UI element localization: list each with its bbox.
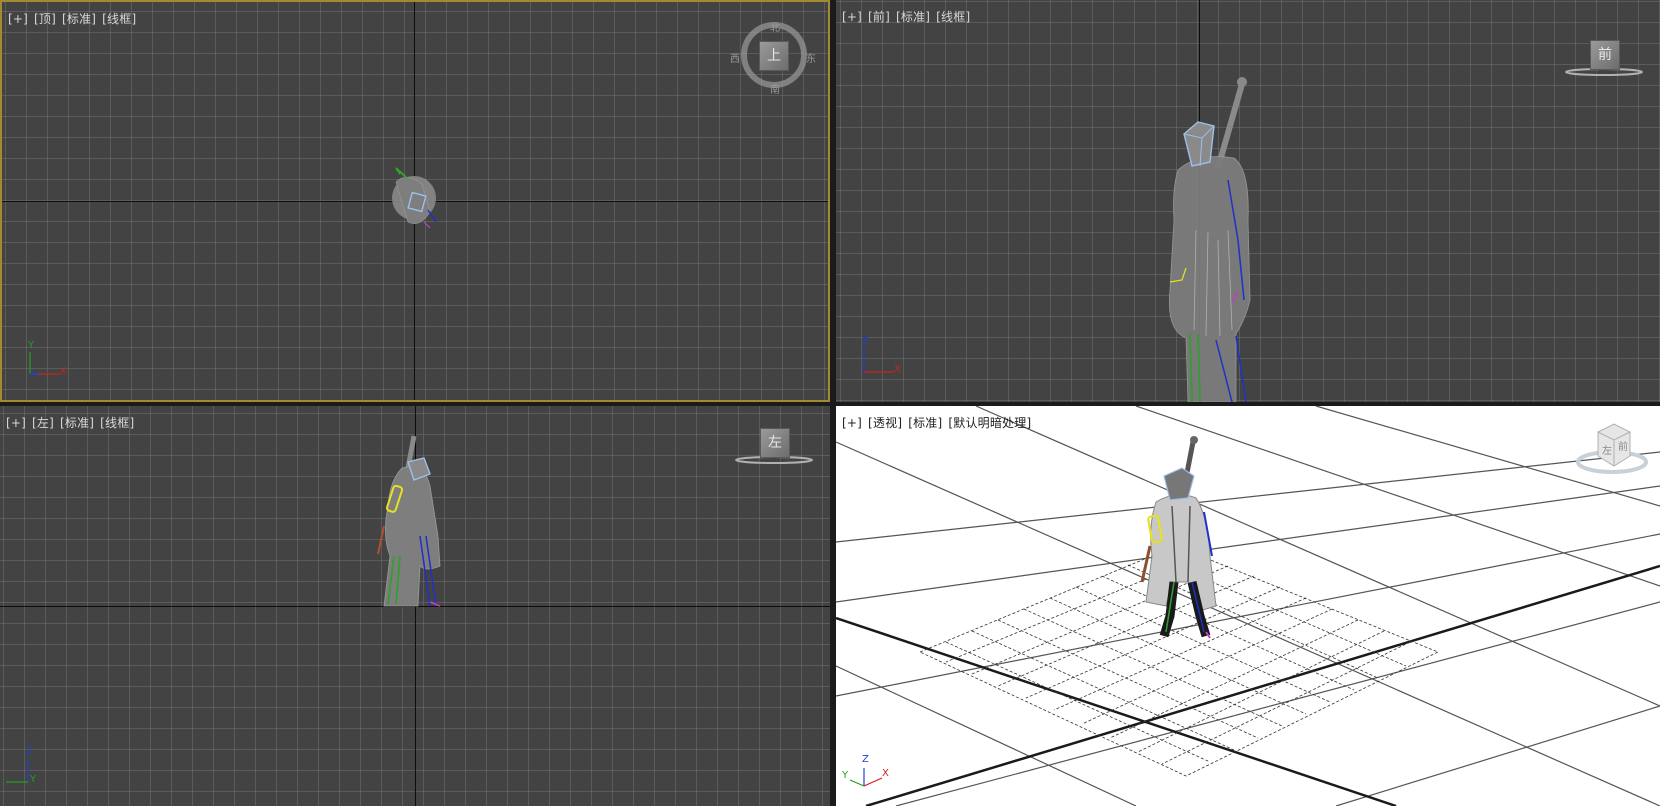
view-type-menu[interactable]: [透视] — [868, 416, 902, 430]
viewcube-face[interactable]: 前 — [1618, 438, 1628, 453]
viewport-left[interactable]: [+] [左] [标准] [线框] 左 Z Y — [0, 406, 830, 806]
character-perspective[interactable] — [836, 406, 1660, 806]
gizmo-axis-label: Y — [842, 770, 849, 781]
axis-gizmo: Z Y — [4, 746, 44, 788]
viewport-top[interactable]: [+] [顶] [标准] [线框] 上 北 南 东 西 Y X — [0, 0, 830, 402]
viewport-front[interactable]: [+] [前] [标准] [线框] 前 Z X — [836, 0, 1660, 402]
viewcube-face[interactable]: 左 — [760, 428, 790, 458]
character-front-view[interactable] — [836, 0, 1660, 402]
compass-west[interactable]: 西 — [730, 50, 740, 65]
shading-menu[interactable]: [标准] — [908, 416, 942, 430]
axis-gizmo: Y X — [24, 340, 67, 382]
gizmo-axis-label: Z — [862, 754, 869, 765]
compass-north[interactable]: 北 — [770, 19, 780, 34]
viewcube-face[interactable]: 前 — [1590, 40, 1620, 70]
display-mode-menu[interactable]: [默认明暗处理] — [948, 416, 1031, 430]
viewcube-face[interactable]: 上 — [759, 41, 789, 71]
gizmo-axis-label: Z — [26, 746, 33, 757]
axis-gizmo: Z X — [858, 336, 901, 378]
gizmo-axis-label: Y — [30, 774, 37, 785]
gizmo-axis-label: Y — [28, 340, 35, 351]
compass-east[interactable]: 东 — [806, 50, 816, 65]
gizmo-axis-label: X — [894, 364, 901, 375]
compass-ring[interactable] — [1572, 414, 1652, 484]
viewport-perspective[interactable]: [+] [透视] [标准] [默认明暗处理] 左 前 Z Y X — [836, 406, 1660, 806]
gizmo-axis-label: X — [60, 366, 67, 377]
viewport-menu-button[interactable]: [+] — [842, 416, 862, 430]
viewcube-perspective[interactable]: 左 前 — [1572, 414, 1652, 484]
viewport-label-perspective: [+] [透视] [标准] [默认明暗处理] — [842, 414, 1037, 431]
gizmo-axis-label: Z — [862, 336, 869, 347]
compass-south[interactable]: 南 — [770, 81, 780, 96]
viewcube-side-label[interactable]: 左 — [1602, 442, 1612, 457]
viewcube-left[interactable]: 左 — [734, 420, 814, 490]
viewcube-front[interactable]: 前 — [1564, 30, 1644, 100]
max-viewport-layout: [+] [顶] [标准] [线框] 上 北 南 东 西 Y X [+] [前] … — [0, 0, 1660, 806]
viewcube-top[interactable]: 上 北 南 东 西 — [730, 19, 816, 96]
character-top-view[interactable] — [2, 2, 830, 402]
gizmo-axis-label: X — [882, 768, 889, 779]
axis-gizmo: Z Y X — [842, 754, 889, 798]
character-left-view[interactable] — [0, 406, 830, 806]
